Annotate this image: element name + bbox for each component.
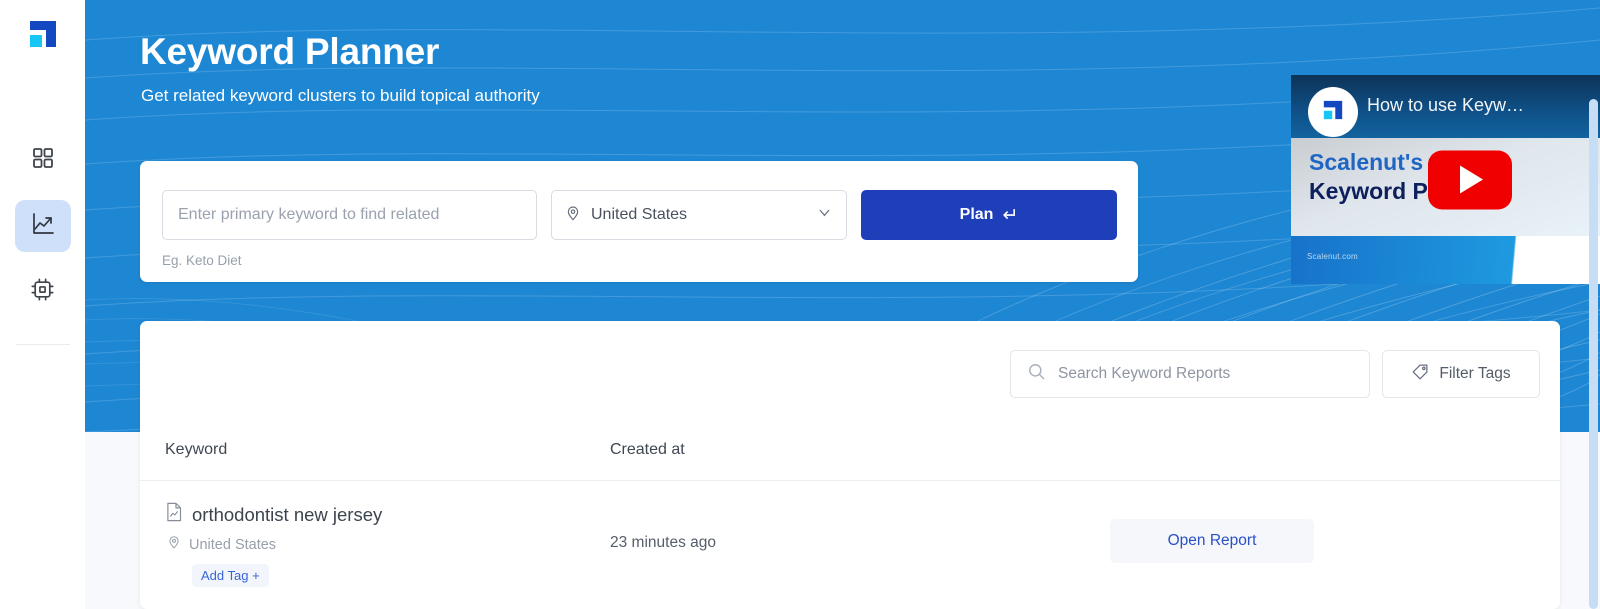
- sidebar-item-dashboard[interactable]: [15, 134, 71, 186]
- sidebar-nav: [14, 134, 71, 318]
- chevron-down-icon: [816, 204, 833, 226]
- video-thumbnail-footer: Scalenut.com: [1291, 236, 1600, 284]
- page-subtitle: Get related keyword clusters to build to…: [141, 86, 540, 105]
- sidebar-item-ai-tools[interactable]: [15, 266, 71, 318]
- table-row: orthodontist new jersey United States Ad…: [140, 482, 1560, 588]
- search-form-row: United States Plan ↵: [162, 190, 1117, 240]
- keyword-text[interactable]: orthodontist new jersey: [192, 504, 382, 526]
- tag-icon: [1411, 362, 1430, 386]
- trending-chart-icon: [30, 211, 56, 242]
- plan-button[interactable]: Plan ↵: [861, 190, 1117, 240]
- cpu-chip-icon: [30, 277, 55, 307]
- sidebar-divider: [15, 344, 70, 345]
- report-search-box[interactable]: [1010, 350, 1370, 398]
- add-tag-button[interactable]: Add Tag +: [192, 564, 269, 587]
- grid-dashboard-icon: [31, 146, 55, 175]
- filter-tags-button[interactable]: Filter Tags: [1382, 350, 1540, 398]
- enter-arrow-icon: ↵: [1002, 204, 1019, 226]
- keyword-search-card: United States Plan ↵ Eg. Keto Diet: [140, 161, 1138, 282]
- report-document-icon: [165, 502, 183, 527]
- sidebar: [0, 0, 85, 609]
- keyword-cell: orthodontist new jersey United States Ad…: [165, 502, 382, 587]
- tutorial-video-embed[interactable]: How to use Keyw… Scalenut's Keyword Plan…: [1291, 75, 1600, 284]
- country-select-label: United States: [591, 206, 688, 223]
- filter-tags-label: Filter Tags: [1439, 365, 1511, 382]
- video-watermark: Scalenut.com: [1307, 252, 1358, 261]
- column-header-created-at: Created at: [610, 441, 685, 458]
- country-select[interactable]: United States: [551, 190, 847, 240]
- vertical-scrollbar[interactable]: [1589, 99, 1598, 609]
- location-pin-icon: [167, 535, 181, 554]
- video-title[interactable]: How to use Keyw…: [1367, 95, 1524, 116]
- primary-keyword-input[interactable]: [162, 190, 537, 240]
- search-input[interactable]: [1058, 365, 1353, 383]
- youtube-play-icon[interactable]: [1427, 150, 1512, 209]
- column-header-keyword: Keyword: [165, 441, 228, 458]
- reports-table-header: Keyword Created at: [140, 429, 1560, 481]
- app-root: Keyword Planner Get related keyword clus…: [0, 0, 1600, 609]
- keyword-reports-panel: Filter Tags Keyword Created at orthodont: [140, 321, 1560, 609]
- app-logo[interactable]: [19, 12, 67, 60]
- created-at-cell: 23 minutes ago: [610, 534, 716, 551]
- scalenut-logo-icon: [26, 17, 60, 56]
- keyword-location-text: United States: [189, 536, 277, 553]
- keyword-example-hint: Eg. Keto Diet: [162, 253, 242, 268]
- keyword-title-line: orthodontist new jersey: [165, 502, 382, 527]
- video-headline-line1: Scalenut's: [1309, 149, 1424, 175]
- open-report-button[interactable]: Open Report: [1110, 519, 1314, 563]
- search-icon: [1027, 362, 1046, 386]
- keyword-location: United States: [167, 535, 382, 554]
- location-pin-icon: [565, 205, 581, 226]
- video-channel-avatar[interactable]: [1308, 87, 1358, 137]
- page-title: Keyword Planner: [140, 31, 440, 72]
- reports-toolbar: Filter Tags: [1010, 350, 1540, 398]
- sidebar-item-keyword-planner[interactable]: [14, 200, 71, 252]
- plan-button-label: Plan: [959, 206, 994, 223]
- scalenut-logo-icon: [1320, 97, 1346, 128]
